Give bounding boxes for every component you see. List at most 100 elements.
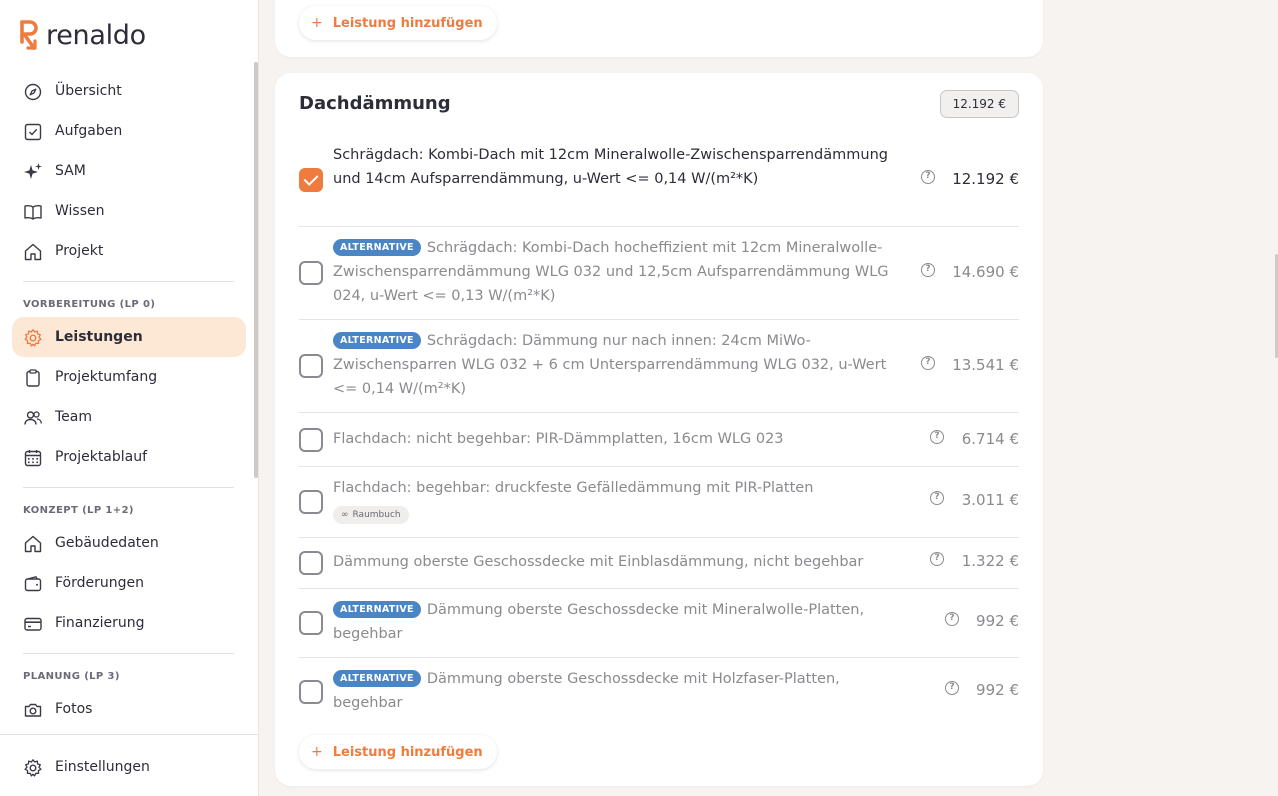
raumbuch-tag[interactable]: ∞ Raumbuch [333, 506, 409, 524]
camera-icon [24, 703, 42, 717]
sidebar: renaldo Übersicht Aufgaben SAM Wissen Pr… [0, 0, 259, 796]
sidebar-item-label: Fotos [55, 701, 93, 717]
help-icon[interactable]: ? [921, 263, 935, 277]
wallet-icon [24, 576, 42, 592]
help-icon[interactable]: ? [945, 681, 959, 695]
previous-card: + Leistung hinzufügen [275, 0, 1043, 57]
sidebar-item-leistungen[interactable]: Leistungen [12, 317, 246, 357]
service-row[interactable]: ALTERNATIVE Dämmung oberste Geschossdecke… [299, 657, 1019, 726]
row-checkbox[interactable] [299, 428, 323, 452]
checkbox-icon [24, 123, 42, 141]
row-description: ALTERNATIVE Dämmung oberste Geschossdecke… [333, 667, 903, 715]
clipboard-icon [26, 369, 40, 387]
row-price: 6.714 € [961, 430, 1019, 448]
sidebar-item-label: Gebäudedaten [55, 535, 159, 551]
service-row[interactable]: Schrägdach: Kombi-Dach mit 12cm Mineralw… [299, 133, 1019, 226]
sidebar-item-einstellungen[interactable]: Einstellungen [12, 747, 246, 787]
add-service-label: Leistung hinzufügen [332, 15, 483, 31]
sidebar-item-finanzierung[interactable]: Finanzierung [12, 603, 246, 643]
row-description: ALTERNATIVE Schrägdach: Dämmung nur nach … [333, 329, 903, 401]
service-card-dachdaemmung: Dachdämmung 12.192 € Schrägdach: Kombi-D… [275, 73, 1043, 786]
card-title: Dachdämmung [299, 93, 451, 114]
sidebar-item-foerderungen[interactable]: Förderungen [12, 563, 246, 603]
row-checkbox[interactable] [299, 168, 323, 192]
sidebar-item-fotos[interactable]: Fotos [12, 689, 246, 729]
row-checkbox[interactable] [299, 611, 323, 635]
add-service-button[interactable]: + Leistung hinzufügen [299, 735, 497, 769]
sidebar-item-label: Aufgaben [55, 123, 123, 139]
sidebar-item-label: Projektablauf [55, 449, 148, 465]
row-price: 992 € [976, 612, 1019, 630]
sidebar-item-projektablauf[interactable]: Projektablauf [12, 437, 246, 477]
row-description: Flachdach: begehbar: druckfeste Gefälled… [333, 480, 814, 496]
row-checkbox[interactable] [299, 680, 323, 704]
service-row[interactable]: Flachdach: nicht begehbar: PIR-Dämmplatt… [299, 412, 1019, 466]
gear-icon [24, 329, 42, 347]
service-row[interactable]: ALTERNATIVE Dämmung oberste Geschossdecke… [299, 588, 1019, 657]
section-title: VORBEREITUNG (LP 0) [23, 299, 156, 310]
sidebar-item-projekt[interactable]: Projekt [12, 231, 246, 271]
add-service-label: Leistung hinzufügen [332, 744, 483, 760]
main-content: + Leistung hinzufügen Dachdämmung 12.192… [259, 0, 1278, 796]
service-row[interactable]: Flachdach: begehbar: druckfeste Gefälled… [299, 466, 1019, 537]
row-price: 1.322 € [961, 552, 1019, 570]
help-icon[interactable]: ? [930, 552, 944, 566]
users-icon [24, 411, 42, 425]
sidebar-item-label: Leistungen [55, 329, 143, 345]
service-row[interactable]: ALTERNATIVE Schrägdach: Dämmung nur nach … [299, 319, 1019, 412]
help-icon[interactable]: ? [945, 612, 959, 626]
sidebar-item-label: Wissen [55, 203, 105, 219]
divider [23, 281, 234, 282]
add-service-button[interactable]: + Leistung hinzufügen [299, 6, 497, 40]
help-icon[interactable]: ? [930, 491, 944, 505]
help-icon[interactable]: ? [921, 356, 935, 370]
plus-icon: + [311, 15, 323, 31]
sidebar-item-label: Förderungen [55, 575, 145, 591]
book-icon [24, 205, 42, 220]
help-icon[interactable]: ? [921, 170, 935, 184]
row-checkbox[interactable] [299, 490, 323, 514]
section-title: PLANUNG (LP 3) [23, 671, 120, 682]
row-price: 13.541 € [952, 356, 1019, 374]
row-price: 992 € [976, 681, 1019, 699]
tag-label: Raumbuch [352, 510, 401, 520]
home-icon [24, 243, 42, 261]
help-icon[interactable]: ? [930, 430, 944, 444]
sidebar-item-label: SAM [55, 163, 86, 179]
row-price: 12.192 € [952, 170, 1019, 188]
plus-icon: + [311, 744, 323, 760]
sidebar-item-gebaeudedaten[interactable]: Gebäudedaten [12, 523, 246, 563]
divider [23, 653, 234, 654]
row-description: ALTERNATIVE Dämmung oberste Geschossdecke… [333, 598, 903, 646]
alternative-badge: ALTERNATIVE [333, 601, 421, 618]
sidebar-item-aufgaben[interactable]: Aufgaben [12, 111, 246, 151]
sidebar-item-projektumfang[interactable]: Projektumfang [12, 357, 246, 397]
sidebar-item-team[interactable]: Team [12, 397, 246, 437]
sidebar-item-label: Team [55, 409, 93, 425]
row-price: 14.690 € [952, 263, 1019, 281]
row-checkbox[interactable] [299, 261, 323, 285]
row-checkbox[interactable] [299, 551, 323, 575]
service-row[interactable]: ALTERNATIVE Schrägdach: Kombi-Dach hochef… [299, 226, 1019, 319]
calendar-icon [24, 450, 42, 467]
sidebar-item-uebersicht[interactable]: Übersicht [12, 71, 246, 111]
gear-icon [24, 759, 42, 777]
sidebar-item-sam[interactable]: SAM [12, 151, 246, 191]
service-row[interactable]: Dämmung oberste Geschossdecke mit Einbla… [299, 537, 1019, 588]
sidebar-item-label: Projekt [55, 243, 104, 259]
sidebar-scrollbar[interactable] [254, 62, 258, 478]
section-title: KONZEPT (LP 1+2) [23, 505, 134, 516]
alternative-badge: ALTERNATIVE [333, 239, 421, 256]
logo-text: renaldo [46, 19, 146, 51]
logo[interactable]: renaldo [18, 18, 146, 52]
link-icon: ∞ [341, 510, 349, 520]
row-price: 3.011 € [961, 491, 1019, 509]
divider [0, 734, 258, 735]
row-description: Flachdach: nicht begehbar: PIR-Dämmplatt… [333, 431, 784, 447]
sidebar-item-wissen[interactable]: Wissen [12, 191, 246, 231]
alternative-badge: ALTERNATIVE [333, 332, 421, 349]
row-description: Dämmung oberste Geschossdecke mit Einbla… [333, 554, 864, 570]
sidebar-item-label: Finanzierung [55, 615, 145, 631]
row-checkbox[interactable] [299, 354, 323, 378]
alternative-badge: ALTERNATIVE [333, 670, 421, 687]
